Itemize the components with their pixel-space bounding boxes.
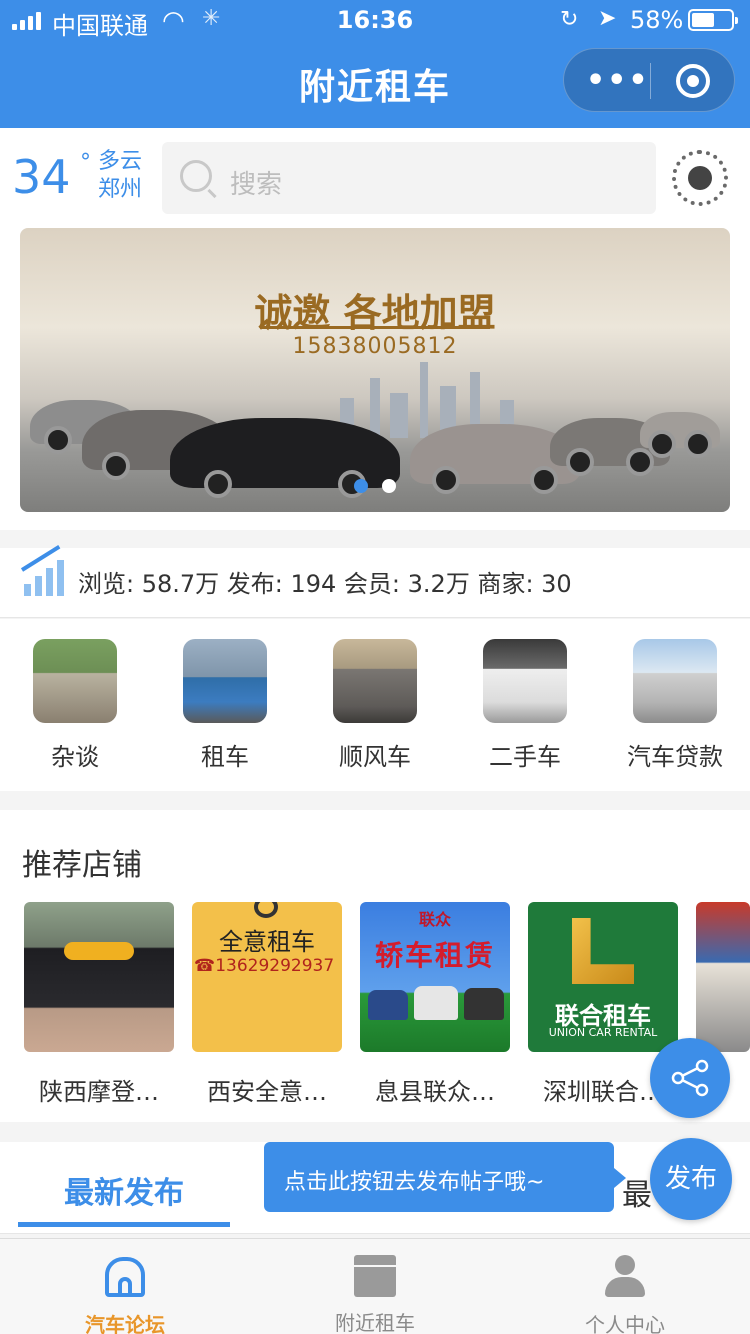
shop-image [24,902,174,1052]
shop-name: 息县联众… [375,1078,495,1106]
recommended-shops: 推荐店铺 陕西摩登… 全意租车 ☎13629292937 西安全意… 联众 轿车… [0,810,750,1122]
car-image [640,412,720,458]
category-label: 顺风车 [339,743,411,771]
tabbar-label: 汽车论坛 [85,1313,165,1334]
battery-icon [688,9,738,31]
battery-percent: 58% [630,6,684,34]
weather-condition: 多云 [98,149,143,174]
banner-phone: 15838005812 [292,334,458,359]
close-target-icon[interactable] [676,64,710,98]
content-tabs: 最新发布 最 点击此按钮去发布帖子哦~ [0,1142,750,1234]
status-bar: 中国联通 ◠ ✳ 16:36 ↻ ➤ 58% [0,0,750,40]
car-image [464,988,504,1020]
weather-info: 多云 郑州 [98,148,142,204]
car-loan-thumbnail [633,639,717,723]
carousel-dot[interactable] [354,479,368,493]
tabbar-item-forum[interactable]: 汽车论坛 [0,1255,250,1334]
shop-image: 联众 轿车租赁 [360,902,510,1052]
car-image [368,990,408,1020]
tabbar-label: 个人中心 [585,1313,665,1334]
category-used-car[interactable]: 二手车 [450,639,600,772]
category-car-loan[interactable]: 汽车贷款 [600,639,750,772]
category-label: 租车 [201,743,249,771]
share-icon [671,1059,709,1097]
category-chat[interactable]: 杂谈 [0,639,150,772]
banner-section: 诚邀 各地加盟 15838005812 [0,228,750,530]
shop-card-partial[interactable] [696,902,750,1052]
stats-bar: 浏览: 58.7万 发布: 194 会员: 3.2万 商家: 30 [0,544,750,618]
shop-name: 陕西摩登… [39,1078,159,1106]
shop-image: 全意租车 ☎13629292937 [192,902,342,1052]
shop-logo-mark [254,902,278,918]
search-input[interactable]: 搜索 [162,142,656,214]
category-label: 杂谈 [51,743,99,771]
trend-chart-icon [20,544,66,596]
shop-name: 西安全意… [207,1078,327,1106]
home-icon [103,1255,147,1299]
more-icon[interactable]: ••• [586,63,650,98]
tabbar-item-nearby[interactable]: 附近租车 [250,1255,500,1334]
rotation-lock-icon: ↻ [560,7,579,32]
user-icon [603,1255,647,1299]
used-car-thumbnail [483,639,567,723]
car-image [414,986,458,1020]
section-title: 推荐店铺 [22,848,142,883]
tabbar-label: 附近租车 [335,1311,415,1334]
shop-logo-mark [572,918,634,984]
weather-temp: 34 [12,150,71,204]
shop-card[interactable]: 陕西摩登… [24,902,174,1107]
tabbar-item-profile[interactable]: 个人中心 [500,1255,750,1334]
capsule-divider [650,63,651,99]
chat-thumbnail [33,639,117,723]
shop-image-top: 联众 [418,910,451,929]
shop-image-phone: ☎13629292937 [194,956,335,976]
banner-carousel[interactable]: 诚邀 各地加盟 15838005812 [20,228,730,512]
weather-city: 郑州 [98,177,143,202]
tab-latest[interactable]: 最新发布 [18,1168,230,1212]
shop-card[interactable]: 全意租车 ☎13629292937 西安全意… [192,902,342,1107]
tab-partial[interactable]: 最 [622,1170,652,1214]
flower-decoration [64,942,134,960]
stats-text: 浏览: 58.7万 发布: 194 会员: 3.2万 商家: 30 [78,570,572,598]
shop-image [696,902,750,1052]
publish-button[interactable]: 发布 [650,1138,732,1220]
shop-image: 联合租车 UNION CAR RENTAL [528,902,678,1052]
rideshare-thumbnail [333,639,417,723]
mini-program-code-icon[interactable] [672,150,728,206]
box-icon [354,1255,396,1297]
rental-thumbnail [183,639,267,723]
mini-program-capsule: ••• [563,48,735,112]
search-placeholder: 搜索 [230,170,283,200]
search-row: 34 ° 多云 郑州 搜索 [0,128,750,228]
carousel-dot[interactable] [382,479,396,493]
category-rental[interactable]: 租车 [150,639,300,772]
weather-degree: ° [80,150,91,175]
carousel-indicators [354,478,410,497]
search-icon [180,160,212,192]
publish-tooltip: 点击此按钮去发布帖子哦~ [264,1142,626,1212]
category-rideshare[interactable]: 顺风车 [300,639,450,772]
bottom-tab-bar: 汽车论坛 附近租车 个人中心 [0,1238,750,1334]
category-grid: 杂谈 租车 顺风车 二手车 汽车贷款 [0,619,750,791]
category-label: 汽车贷款 [627,743,723,771]
battery-level [692,13,715,27]
share-button[interactable] [650,1038,730,1118]
shop-image-title: 全意租车 [219,928,315,956]
category-label: 二手车 [489,743,561,771]
top-bar: 中国联通 ◠ ✳ 16:36 ↻ ➤ 58% 附近租车 ••• [0,0,750,128]
shop-image-phone-number: 13629292937 [215,956,335,976]
shop-image-title: 轿车租赁 [374,939,495,972]
banner-underline [260,326,490,329]
tab-active-indicator [18,1222,230,1227]
location-icon: ➤ [598,6,617,31]
shop-card[interactable]: 联众 轿车租赁 息县联众… [360,902,510,1107]
